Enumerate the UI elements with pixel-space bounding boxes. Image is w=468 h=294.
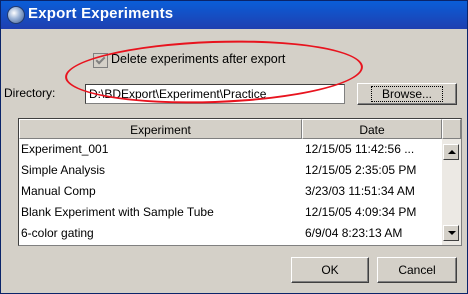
experiment-name-cell: Simple Analysis — [21, 163, 106, 177]
vertical-scrollbar[interactable] — [442, 139, 461, 245]
scroll-up-button[interactable] — [443, 144, 459, 160]
cancel-button[interactable]: Cancel — [377, 257, 457, 283]
dialog-title: Export Experiments — [28, 5, 174, 22]
table-row[interactable]: Manual Comp 3/23/03 11:51:34 AM — [19, 181, 442, 202]
experiment-date-cell: 6/9/04 8:23:13 AM — [305, 226, 403, 240]
table-row[interactable]: 6-color gating 6/9/04 8:23:13 AM — [19, 223, 442, 244]
export-dialog: Export Experiments Delete experiments af… — [0, 0, 468, 294]
experiment-name-cell: Manual Comp — [21, 184, 96, 198]
scrollbar-track[interactable] — [443, 160, 459, 225]
delete-after-export-checkbox[interactable] — [93, 53, 108, 68]
experiments-table: Experiment Date Experiment_001 12/15/05 … — [18, 118, 462, 246]
app-globe-icon — [7, 6, 25, 24]
experiment-date-cell: 12/15/05 2:35:05 PM — [305, 163, 417, 177]
browse-button-label: Browse... — [370, 86, 443, 102]
directory-input[interactable] — [85, 84, 345, 104]
arrow-up-icon — [448, 150, 456, 154]
header-corner — [442, 119, 461, 139]
column-header-date[interactable]: Date — [302, 119, 442, 139]
delete-after-export-label[interactable]: Delete experiments after export — [111, 52, 285, 66]
table-row[interactable]: Experiment_001 12/15/05 11:42:56 ... — [19, 139, 442, 160]
ok-button[interactable]: OK — [291, 257, 369, 283]
directory-label: Directory: — [4, 86, 56, 100]
scroll-down-button[interactable] — [443, 225, 459, 241]
experiment-date-cell: 12/15/05 4:09:34 PM — [305, 205, 417, 219]
experiment-name-cell: 6-color gating — [21, 226, 94, 240]
experiment-date-cell: 12/15/05 11:42:56 ... — [305, 142, 415, 156]
title-bar[interactable]: Export Experiments — [1, 1, 467, 29]
experiment-name-cell: Experiment_001 — [21, 142, 109, 156]
experiment-name-cell: Blank Experiment with Sample Tube — [21, 205, 214, 219]
table-row[interactable]: Blank Experiment with Sample Tube 12/15/… — [19, 202, 442, 223]
column-header-experiment[interactable]: Experiment — [19, 119, 302, 139]
arrow-down-icon — [448, 231, 456, 235]
experiment-date-cell: 3/23/03 11:51:34 AM — [305, 184, 415, 198]
table-row[interactable]: Simple Analysis 12/15/05 2:35:05 PM — [19, 160, 442, 181]
browse-button[interactable]: Browse... — [357, 83, 457, 105]
table-body: Experiment_001 12/15/05 11:42:56 ... Sim… — [19, 139, 442, 244]
